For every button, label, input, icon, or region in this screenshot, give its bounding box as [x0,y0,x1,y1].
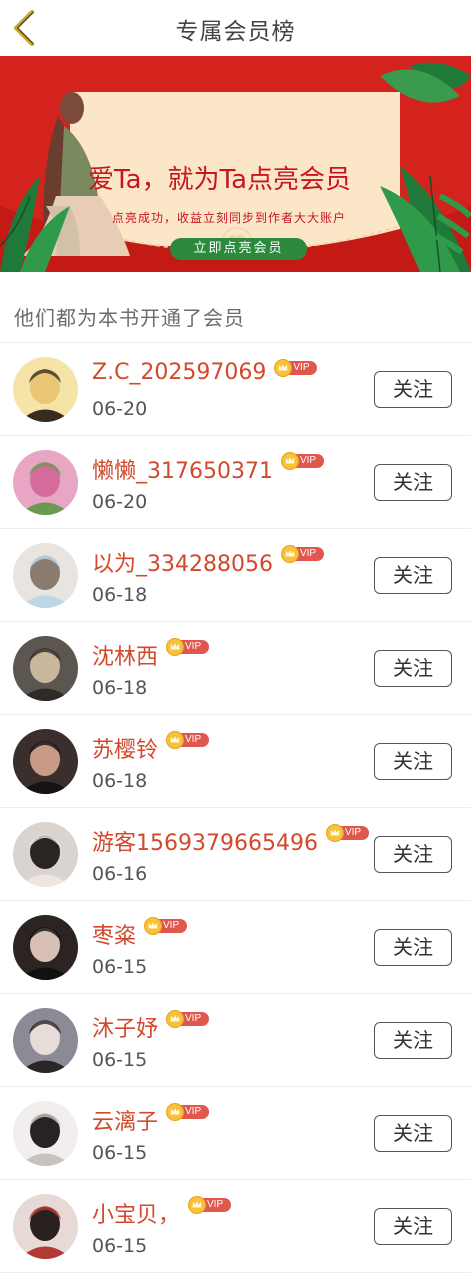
member-name[interactable]: 沈林西 [92,639,158,671]
follow-button[interactable]: 关注 [374,464,452,501]
follow-button[interactable]: 关注 [374,371,452,408]
avatar[interactable] [13,636,78,701]
member-name[interactable]: 小宝贝， [92,1197,180,1229]
crown-icon [280,545,299,563]
follow-button[interactable]: 关注 [374,557,452,594]
member-date: 06-20 [92,398,148,420]
promo-banner[interactable]: 爱Ta，就为Ta点亮会员 点亮成功，收益立刻同步到作者大大账户 立即点亮会员 [0,56,471,272]
vip-badge: VIP [166,1010,210,1028]
avatar[interactable] [13,822,78,887]
member-row[interactable]: 懒懒_317650371 VIP 06-20 关注 [0,436,471,529]
follow-button[interactable]: 关注 [374,929,452,966]
vip-badge: VIP [188,1196,232,1214]
crown-icon [188,1196,206,1214]
crown-icon [325,824,344,842]
vip-badge: VIP [166,638,210,656]
banner-subtitle: 点亮成功，收益立刻同步到作者大大账户 [112,211,347,225]
crown-icon [144,917,162,935]
vip-label: VIP [185,1013,202,1024]
member-date: 06-15 [92,1235,148,1257]
vip-label: VIP [299,548,317,559]
member-name[interactable]: 苏樱铃 [92,732,158,764]
member-date: 06-18 [92,677,148,699]
member-row[interactable]: Z.C_202597069 VIP 06-20 关注 [0,343,471,436]
crown-icon [166,638,184,656]
vip-label: VIP [185,1106,202,1117]
vip-badge: VIP [166,731,210,749]
section-title: 他们都为本书开通了会员 [14,306,245,330]
member-row[interactable]: 以为_334288056 VIP 06-18 关注 [0,529,471,622]
avatar[interactable] [13,1008,78,1073]
vip-label: VIP [163,920,180,931]
crown-icon [280,452,299,470]
member-name[interactable]: 懒懒_317650371 [92,453,273,485]
member-date: 06-15 [92,956,148,978]
member-name[interactable]: 云漓子 [92,1104,158,1136]
member-row[interactable]: 沈林西 VIP 06-18 关注 [0,622,471,715]
page-title: 专属会员榜 [175,19,296,45]
vip-label: VIP [185,734,202,745]
vip-badge: VIP [274,359,318,377]
crown-icon [166,731,184,749]
light-up-vip-button[interactable]: 立即点亮会员 [170,238,307,260]
member-name[interactable]: 沐子妤 [92,1011,158,1043]
member-row[interactable]: 小宝贝， VIP 06-15 关注 [0,1180,471,1273]
member-date: 06-15 [92,1049,148,1071]
avatar[interactable] [13,357,78,422]
member-name[interactable]: Z.C_202597069 [92,360,266,385]
member-date: 06-15 [92,1142,148,1164]
member-row[interactable]: 游客1569379665496 VIP 06-16 关注 [0,808,471,901]
follow-button[interactable]: 关注 [374,1208,452,1245]
follow-button[interactable]: 关注 [374,836,452,873]
member-row[interactable]: 枣粢 VIP 06-15 关注 [0,901,471,994]
vip-badge: VIP [325,824,370,842]
member-date: 06-18 [92,770,148,792]
member-row[interactable]: 云漓子 VIP 06-15 关注 [0,1087,471,1180]
member-list: Z.C_202597069 VIP 06-20 关注 懒懒_317650371 VIP 06… [0,343,471,1273]
follow-button[interactable]: 关注 [374,1022,452,1059]
vip-label: VIP [207,1199,224,1210]
avatar[interactable] [13,1194,78,1259]
banner-title: 爱Ta，就为Ta点亮会员 [88,165,352,195]
avatar[interactable] [13,915,78,980]
vip-badge: VIP [280,452,325,470]
vip-label: VIP [185,641,202,652]
crown-icon [274,359,293,377]
follow-button[interactable]: 关注 [374,743,452,780]
crown-icon [166,1010,184,1028]
vip-badge: VIP [280,545,325,563]
follow-button[interactable]: 关注 [374,1115,452,1152]
member-name[interactable]: 以为_334288056 [92,546,273,578]
avatar[interactable] [13,450,78,515]
avatar[interactable] [13,729,78,794]
vip-label: VIP [344,827,362,838]
top-bar: 专属会员榜 [0,0,471,56]
avatar[interactable] [13,543,78,608]
crown-icon [166,1103,184,1121]
member-date: 06-20 [92,491,148,513]
vip-label: VIP [293,362,310,373]
vip-badge: VIP [144,917,188,935]
vip-badge: VIP [166,1103,210,1121]
avatar[interactable] [13,1101,78,1166]
member-name[interactable]: 游客1569379665496 [92,825,318,857]
vip-label: VIP [299,455,317,466]
member-row[interactable]: 沐子妤 VIP 06-15 关注 [0,994,471,1087]
follow-button[interactable]: 关注 [374,650,452,687]
member-date: 06-16 [92,863,148,885]
member-date: 06-18 [92,584,148,606]
member-row[interactable]: 苏樱铃 VIP 06-18 关注 [0,715,471,808]
member-name[interactable]: 枣粢 [92,918,136,950]
